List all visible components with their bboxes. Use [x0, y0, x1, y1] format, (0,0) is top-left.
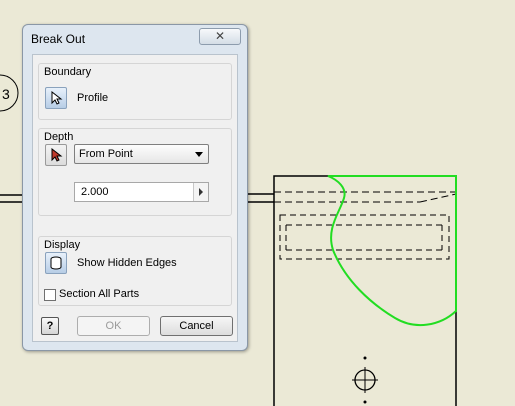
- chevron-down-icon: [195, 152, 203, 157]
- close-button[interactable]: ✕: [199, 28, 241, 45]
- display-group-label: Display: [44, 239, 81, 251]
- display-group: Display Show Hidden Edges Section All Pa…: [38, 236, 232, 306]
- depth-distance-value: 2.000: [81, 186, 109, 198]
- chevron-right-icon: [199, 188, 203, 196]
- boundary-group: Boundary Profile: [38, 63, 232, 120]
- hidden-edge-slot: [279, 214, 450, 260]
- close-icon: ✕: [214, 29, 226, 43]
- center-point: [363, 356, 367, 360]
- center-point: [363, 400, 367, 404]
- help-icon: ?: [46, 320, 54, 332]
- depth-group: Depth From Point 2.000: [38, 128, 232, 216]
- boundary-profile-select-button[interactable]: [45, 87, 67, 109]
- help-button[interactable]: ?: [41, 317, 59, 335]
- show-hidden-edges-label: Show Hidden Edges: [77, 257, 177, 269]
- dialog-title: Break Out: [31, 32, 86, 46]
- cancel-button-label: Cancel: [179, 320, 214, 332]
- section-all-parts-checkbox[interactable]: [44, 289, 56, 301]
- dialog-body: Boundary Profile Depth From Point 2.000: [32, 54, 238, 342]
- ok-button[interactable]: OK: [77, 316, 150, 336]
- dialog-titlebar[interactable]: Break Out ✕: [23, 25, 247, 51]
- cursor-select-icon: [51, 91, 63, 105]
- depth-mode-value: From Point: [79, 148, 133, 160]
- cursor-select-icon: [51, 148, 63, 162]
- profile-label: Profile: [77, 92, 109, 104]
- depth-group-label: Depth: [44, 131, 74, 143]
- section-all-parts-label: Section All Parts: [59, 288, 140, 300]
- break-out-dialog: Break Out ✕ Boundary Profile Depth From …: [22, 24, 248, 351]
- depth-mode-dropdown[interactable]: From Point: [74, 144, 209, 164]
- expand-arrow-button[interactable]: [193, 183, 208, 201]
- show-hidden-edges-toggle[interactable]: [45, 252, 67, 274]
- cylinder-icon: [50, 256, 62, 270]
- depth-distance-input[interactable]: 2.000: [74, 182, 209, 202]
- ok-button-label: OK: [105, 320, 122, 332]
- cancel-button[interactable]: Cancel: [160, 316, 233, 336]
- boundary-group-label: Boundary: [44, 66, 92, 78]
- depth-point-select-button[interactable]: [45, 144, 67, 166]
- hidden-edge: [419, 193, 457, 203]
- view-balloon-label: 3: [2, 86, 10, 102]
